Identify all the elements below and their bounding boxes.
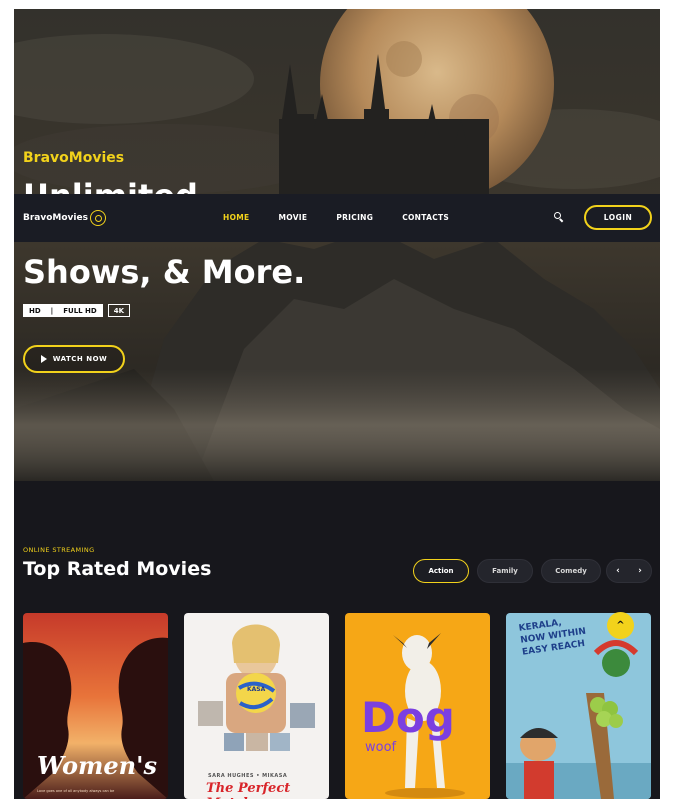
hero-background-image (14, 9, 660, 481)
hd-badge: HD (29, 306, 41, 315)
filter-family[interactable]: Family (477, 559, 533, 583)
nav-links: HOME MOVIE PRICING CONTACTS (223, 213, 478, 222)
movie-card-perfect-match[interactable]: KASA SARA HUGHES • MIKASA The Perfect Ma… (184, 613, 329, 799)
nav-link-pricing[interactable]: PRICING (336, 213, 373, 222)
search-icon[interactable] (554, 212, 564, 223)
navbar: BravoMovies HOME MOVIE PRICING CONTACTS … (14, 194, 660, 242)
quality-badges: HD | FULL HD 4K (23, 304, 131, 317)
badge-separator: | (50, 306, 54, 315)
logo[interactable]: BravoMovies (23, 210, 106, 226)
login-button[interactable]: LOGIN (584, 205, 652, 230)
watch-now-label: WATCH NOW (52, 355, 108, 363)
movie-card-kerala[interactable]: KERALA, NOW WITHIN EASY REACH (506, 613, 651, 799)
4k-badge: 4K (107, 304, 131, 317)
top-rated-section: ONLINE STREAMING Top Rated Movies Action… (14, 481, 660, 799)
full-hd-badge: FULL HD (63, 306, 97, 315)
logo-icon (89, 210, 106, 226)
nav-link-home[interactable]: HOME (223, 213, 249, 222)
movie-card-dog[interactable]: Dog woof (345, 613, 490, 799)
carousel-arrows: ‹ › (606, 559, 652, 583)
perfect-match-title: The Perfect Match (206, 781, 291, 799)
dog-subtitle: woof (365, 740, 397, 755)
nav-link-movie[interactable]: MOVIE (278, 213, 307, 222)
chevron-left-icon[interactable]: ‹ (616, 566, 620, 576)
section-title: Top Rated Movies (23, 558, 212, 580)
filter-comedy[interactable]: Comedy (541, 559, 601, 583)
watch-now-button[interactable]: WATCH NOW (23, 345, 125, 373)
womens-title: Women's (37, 751, 157, 780)
hero-title-line-3: Shows, & More. (23, 253, 306, 291)
womens-caption: Love goes one of all anybody always can … (37, 789, 115, 793)
nav-link-contacts[interactable]: CONTACTS (402, 213, 449, 222)
chevron-right-icon[interactable]: › (638, 566, 642, 576)
scroll-to-top-button[interactable]: ^ (607, 612, 634, 639)
play-icon (40, 355, 47, 363)
section-kicker: ONLINE STREAMING (23, 546, 95, 554)
hero-banner: BravoMovies Unlimited Shows, & More. HD … (14, 9, 660, 481)
perfect-match-names: SARA HUGHES • MIKASA (208, 773, 288, 779)
genre-filters: Action Family Comedy (413, 559, 601, 583)
dog-title: Dog (361, 693, 455, 742)
hd-badge-group: HD | FULL HD (23, 304, 103, 317)
page: BravoMovies Unlimited Shows, & More. HD … (14, 9, 660, 799)
movie-card-womens[interactable]: Women's Love goes one of all anybody alw… (23, 613, 168, 799)
filter-action[interactable]: Action (413, 559, 469, 583)
perfect-match-poster (184, 613, 329, 799)
perfect-match-badge: KASA (247, 686, 266, 693)
movie-cards: Women's Love goes one of all anybody alw… (23, 613, 651, 799)
logo-text: BravoMovies (23, 213, 88, 223)
hero-kicker: BravoMovies (23, 150, 125, 166)
